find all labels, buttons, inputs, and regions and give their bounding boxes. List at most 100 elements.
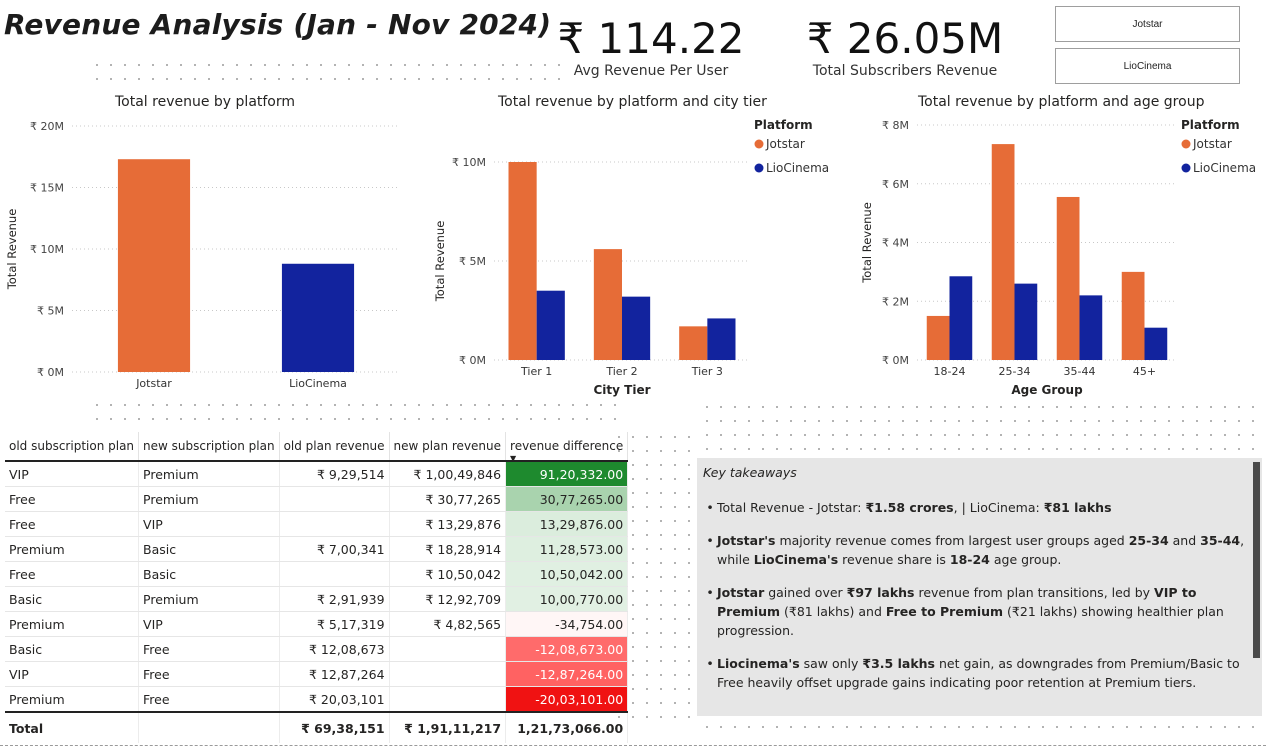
kpi-label: Total Subscribers Revenue bbox=[812, 63, 998, 79]
table-row[interactable]: Basic Free ₹ 12,08,673 -12,08,673.00 bbox=[5, 636, 629, 662]
x-tick-label: Jotstar bbox=[135, 377, 172, 390]
table-cell-revenue-difference: -34,754.00 bbox=[505, 611, 629, 637]
bar-jotstar-18-24 bbox=[926, 315, 950, 360]
table-cell-revenue-difference: 10,00,770.00 bbox=[505, 586, 629, 612]
column-header-old-revenue[interactable]: old plan revenue bbox=[279, 432, 390, 461]
y-tick-label: ₹ 6M bbox=[882, 178, 909, 191]
kpi-label: Avg Revenue Per User bbox=[573, 63, 729, 79]
chart-revenue-by-age-group: ₹ 0M ₹ 2M ₹ 4M ₹ 6M ₹ 8M Total Revenue 18-24 25… bbox=[860, 118, 1256, 397]
table-cell bbox=[138, 711, 280, 743]
bar-liocinema-25-34 bbox=[1014, 283, 1038, 360]
column-header-new-plan[interactable]: new subscription plan bbox=[138, 432, 280, 461]
y-tick-label: ₹ 0M bbox=[882, 354, 909, 367]
x-tick-label: Tier 3 bbox=[691, 365, 723, 378]
table-row[interactable]: Premium VIP ₹ 5,17,319 ₹ 4,82,565 -34,754.00 bbox=[5, 611, 629, 637]
table-cell-old-revenue bbox=[279, 511, 390, 537]
table-cell-revenue-difference: -12,87,264.00 bbox=[505, 661, 629, 687]
canvas-grid bbox=[700, 400, 1260, 450]
bar-jotstar-jotstar bbox=[117, 159, 191, 372]
table-row[interactable]: Basic Premium ₹ 2,91,939 ₹ 12,92,709 10,00,7… bbox=[5, 586, 629, 612]
takeaway-segment: , | LioCinema: bbox=[953, 500, 1044, 515]
takeaways-title: Key takeaways bbox=[703, 465, 797, 480]
x-tick-label: 25-34 bbox=[999, 365, 1031, 378]
takeaway-highlight: Liocinema's bbox=[717, 656, 800, 671]
column-header-new-revenue[interactable]: new plan revenue bbox=[389, 432, 507, 461]
table-cell-new-revenue: ₹ 13,29,876 bbox=[389, 511, 507, 537]
takeaway-segment: saw only bbox=[799, 656, 863, 671]
takeaway-highlight: 18-24 bbox=[949, 552, 990, 567]
kpi-value: ₹ 114.22 bbox=[557, 14, 745, 63]
takeaway-text: Jotstar's majority revenue comes from la… bbox=[717, 531, 1248, 569]
table-cell-old-revenue: ₹ 20,03,101 bbox=[279, 686, 390, 713]
table-cell-new-plan: Free bbox=[138, 636, 280, 662]
legend-label-jotstar: Jotstar bbox=[765, 137, 805, 151]
table-cell-old-revenue: ₹ 5,17,319 bbox=[279, 611, 390, 637]
takeaway-text: Total Revenue - Jotstar: ₹1.58 crores, |… bbox=[717, 498, 1112, 517]
column-header-revenue-difference[interactable]: revenue difference ▼ bbox=[505, 432, 629, 463]
takeaway-segment: revenue share is bbox=[838, 552, 950, 567]
table-cell-new-revenue bbox=[389, 636, 507, 662]
table-row[interactable]: Free VIP ₹ 13,29,876 13,29,876.00 bbox=[5, 511, 629, 537]
bar-liocinema-45+ bbox=[1144, 327, 1168, 360]
y-axis-label: Total Revenue bbox=[5, 209, 19, 291]
takeaway-item: • Total Revenue - Jotstar: ₹1.58 crores, … bbox=[703, 498, 1248, 517]
table-row[interactable]: Premium Basic ₹ 7,00,341 ₹ 18,28,914 11,28,5… bbox=[5, 536, 629, 562]
column-header-old-plan[interactable]: old subscription plan bbox=[5, 432, 140, 461]
table-cell-new-plan: Premium bbox=[138, 461, 280, 487]
bar-liocinema-tier-3 bbox=[707, 318, 736, 360]
bullet-icon: • bbox=[706, 585, 714, 600]
x-tick-label: 45+ bbox=[1133, 365, 1156, 378]
bar-jotstar-tier-2 bbox=[593, 249, 622, 360]
bar-liocinema-tier-2 bbox=[622, 296, 651, 360]
takeaway-highlight: ₹97 lakhs bbox=[846, 585, 915, 600]
table-cell-old-revenue: ₹ 7,00,341 bbox=[279, 536, 390, 562]
table-cell-new-plan: VIP bbox=[138, 611, 280, 637]
table-cell-new-revenue: ₹ 18,28,914 bbox=[389, 536, 507, 562]
sort-descending-icon[interactable]: ▼ bbox=[510, 454, 516, 463]
slicer-button-liocinema[interactable]: LioCinema bbox=[1055, 48, 1240, 84]
takeaway-item: • Jotstar's majority revenue comes from l… bbox=[703, 531, 1248, 569]
table-row[interactable]: Free Premium ₹ 30,77,265 30,77,265.00 bbox=[5, 486, 629, 512]
legend-title: Platform bbox=[1181, 118, 1240, 132]
x-tick-label: Tier 1 bbox=[520, 365, 552, 378]
legend-marker-jotstar bbox=[1181, 139, 1191, 149]
takeaways-list: • Total Revenue - Jotstar: ₹1.58 crores, … bbox=[703, 498, 1248, 692]
table-cell-old-plan: Free bbox=[5, 486, 140, 512]
total-label: Total bbox=[5, 711, 140, 743]
takeaway-segment: (₹81 lakhs) and bbox=[780, 604, 886, 619]
y-tick-label: ₹ 8M bbox=[882, 119, 909, 132]
table-cell-new-revenue bbox=[389, 686, 507, 713]
table-cell-old-plan: Premium bbox=[5, 536, 140, 562]
total-new-revenue: ₹ 1,91,11,217 bbox=[389, 711, 507, 743]
table-cell-old-revenue: ₹ 12,08,673 bbox=[279, 636, 390, 662]
y-tick-label: ₹ 10M bbox=[30, 243, 64, 256]
table-row[interactable]: VIP Free ₹ 12,87,264 -12,87,264.00 bbox=[5, 661, 629, 687]
table-cell-old-plan: VIP bbox=[5, 461, 140, 487]
kpi-card-arpu: ₹ 114.22 Avg Revenue Per User bbox=[548, 14, 754, 79]
takeaway-text: Jotstar gained over ₹97 lakhs revenue fr… bbox=[717, 583, 1248, 640]
table-header-row: old subscription plan new subscription p… bbox=[5, 432, 629, 463]
table-row[interactable]: VIP Premium ₹ 9,29,514 ₹ 1,00,49,846 91,20,3… bbox=[5, 461, 629, 487]
table-cell-old-plan: Basic bbox=[5, 636, 140, 662]
takeaway-highlight: ₹3.5 lakhs bbox=[862, 656, 935, 671]
y-tick-label: ₹ 15M bbox=[30, 182, 64, 195]
y-axis-label: Total Revenue bbox=[860, 202, 874, 284]
table-cell-revenue-difference: -12,08,673.00 bbox=[505, 636, 629, 662]
table-row[interactable]: Free Basic ₹ 10,50,042 10,50,042.00 bbox=[5, 561, 629, 587]
y-tick-label: ₹ 0M bbox=[37, 366, 64, 379]
takeaway-segment: majority revenue comes from largest user… bbox=[775, 533, 1129, 548]
table-cell-new-revenue: ₹ 30,77,265 bbox=[389, 486, 507, 512]
takeaway-text: Liocinema's saw only ₹3.5 lakhs net gain… bbox=[717, 654, 1248, 692]
chart-title: Total revenue by platform and age group bbox=[918, 94, 1205, 110]
y-tick-label: ₹ 10M bbox=[452, 156, 486, 169]
table-cell-new-revenue bbox=[389, 661, 507, 687]
bar-jotstar-45+ bbox=[1121, 271, 1145, 360]
table-row[interactable]: Premium Free ₹ 20,03,101 -20,03,101.00 bbox=[5, 686, 629, 713]
slicer-button-jotstar[interactable]: Jotstar bbox=[1055, 6, 1240, 42]
takeaways-scrollbar[interactable] bbox=[1253, 462, 1260, 658]
takeaway-segment: Total Revenue - Jotstar: bbox=[717, 500, 866, 515]
table-cell-old-plan: Premium bbox=[5, 611, 140, 637]
table-cell-revenue-difference: 11,28,573.00 bbox=[505, 536, 629, 562]
canvas-grid bbox=[90, 398, 620, 428]
takeaway-segment: and bbox=[1168, 533, 1201, 548]
